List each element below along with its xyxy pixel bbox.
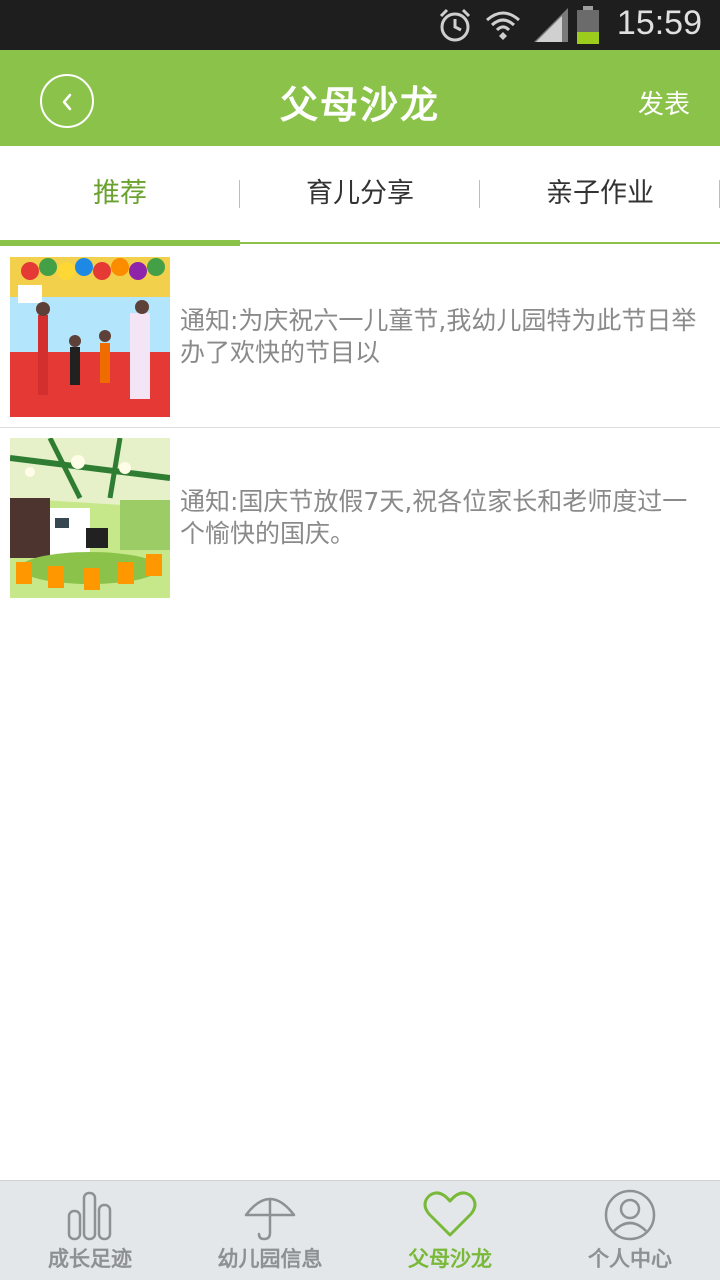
- list-item[interactable]: 通知:国庆节放假7天,祝各位家长和老师度过一个愉快的国庆。: [0, 428, 720, 608]
- nav-kindergarten-info[interactable]: 幼儿园信息: [180, 1181, 360, 1280]
- nav-label: 个人中心: [588, 1247, 672, 1271]
- signal-icon: [532, 6, 570, 48]
- performance-stage-photo: [10, 257, 170, 417]
- post-text: 通知:为庆祝六一儿童节,我幼儿园特为此节日举办了欢快的节目以: [180, 306, 697, 367]
- classroom-photo: [10, 438, 170, 598]
- nav-parent-salon[interactable]: 父母沙龙: [360, 1181, 540, 1280]
- tab-parenting-share[interactable]: 育儿分享: [240, 146, 480, 242]
- nav-label: 幼儿园信息: [217, 1247, 323, 1271]
- page-title: 父母沙龙: [279, 83, 440, 127]
- active-tab-indicator: [0, 240, 240, 246]
- bar-chart-icon: [65, 1189, 115, 1245]
- nav-personal-center[interactable]: 个人中心: [540, 1181, 720, 1280]
- tab-parent-child-homework[interactable]: 亲子作业: [480, 146, 720, 242]
- status-clock: 15:59: [616, 4, 702, 42]
- person-icon: [604, 1189, 656, 1245]
- tab-bar: 推荐 育儿分享 亲子作业: [0, 146, 720, 244]
- tab-recommend[interactable]: 推荐: [0, 146, 240, 242]
- alarm-icon: [436, 6, 474, 48]
- list-item[interactable]: 通知:为庆祝六一儿童节,我幼儿园特为此节日举办了欢快的节目以: [0, 247, 720, 427]
- nav-growth-footprint[interactable]: 成长足迹: [0, 1181, 180, 1280]
- post-text: 通知:国庆节放假7天,祝各位家长和老师度过一个愉快的国庆。: [180, 487, 688, 548]
- bottom-nav: 成长足迹 幼儿园信息 父母沙龙 个人中心: [0, 1180, 720, 1280]
- publish-button[interactable]: 发表: [638, 84, 690, 121]
- nav-label: 父母沙龙: [408, 1247, 492, 1271]
- status-bar: 15:59: [0, 0, 720, 50]
- battery-icon: [574, 6, 604, 48]
- nav-label: 成长足迹: [48, 1247, 132, 1271]
- umbrella-icon: [243, 1189, 297, 1245]
- heart-icon: [423, 1189, 477, 1243]
- app-header: 父母沙龙 发表: [0, 50, 720, 146]
- wifi-icon: [484, 6, 522, 48]
